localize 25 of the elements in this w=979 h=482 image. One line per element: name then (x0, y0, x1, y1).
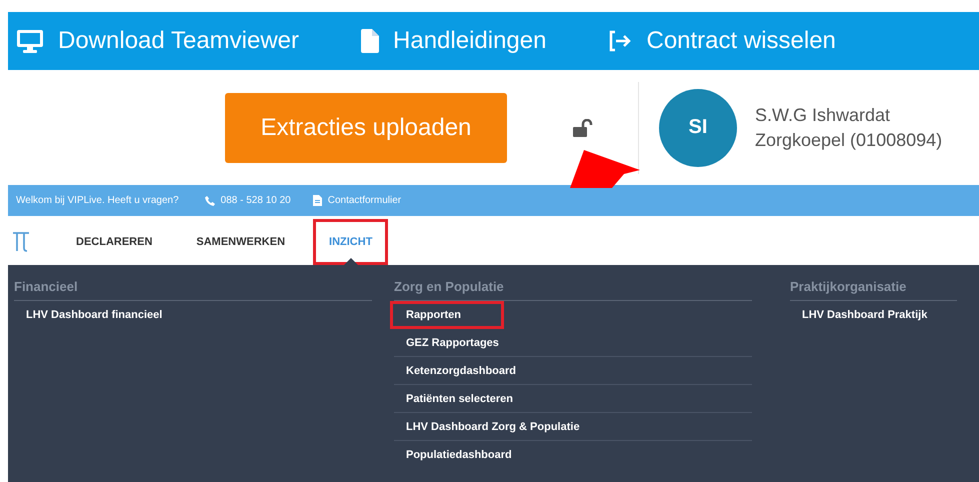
menu-item[interactable]: LHV Dashboard financieel (14, 301, 372, 329)
menu-item[interactable]: Ketenzorgdashboard (394, 357, 752, 385)
column-title: Zorg en Populatie (394, 279, 752, 301)
menu-item[interactable]: Patiënten selecteren (394, 385, 752, 413)
column-title: Praktijkorganisatie (790, 279, 957, 301)
menu-item[interactable]: LHV Dashboard Praktijk (790, 301, 957, 329)
exit-icon (608, 30, 632, 52)
menu-item[interactable]: GEZ Rapportages (394, 329, 752, 357)
column-title: Financieel (14, 279, 372, 301)
menu-item[interactable]: Rapporten (390, 301, 504, 329)
logo-icon[interactable] (12, 230, 30, 252)
phone-number: 088 - 528 10 20 (220, 195, 291, 206)
avatar: SI (659, 88, 737, 166)
user-name: S.W.G Ishwardat (755, 104, 892, 126)
nav-tab[interactable]: DECLAREREN (60, 219, 168, 265)
document-icon (312, 195, 322, 206)
menu-item[interactable]: Populatiedashboard (394, 441, 752, 469)
nav-tab[interactable]: SAMENWERKEN (180, 219, 302, 265)
padlock-icon[interactable] (572, 118, 592, 136)
welcome-text: Welkom bij VIPLive. Heeft u vragen? (16, 195, 179, 206)
monitor-icon (16, 29, 44, 53)
organisation-name: Zorgkoepel (01008094) (755, 130, 942, 150)
menu-item[interactable]: LHV Dashboard Zorg & Populatie (394, 413, 752, 441)
file-icon (361, 29, 380, 53)
phone-icon (204, 196, 215, 206)
